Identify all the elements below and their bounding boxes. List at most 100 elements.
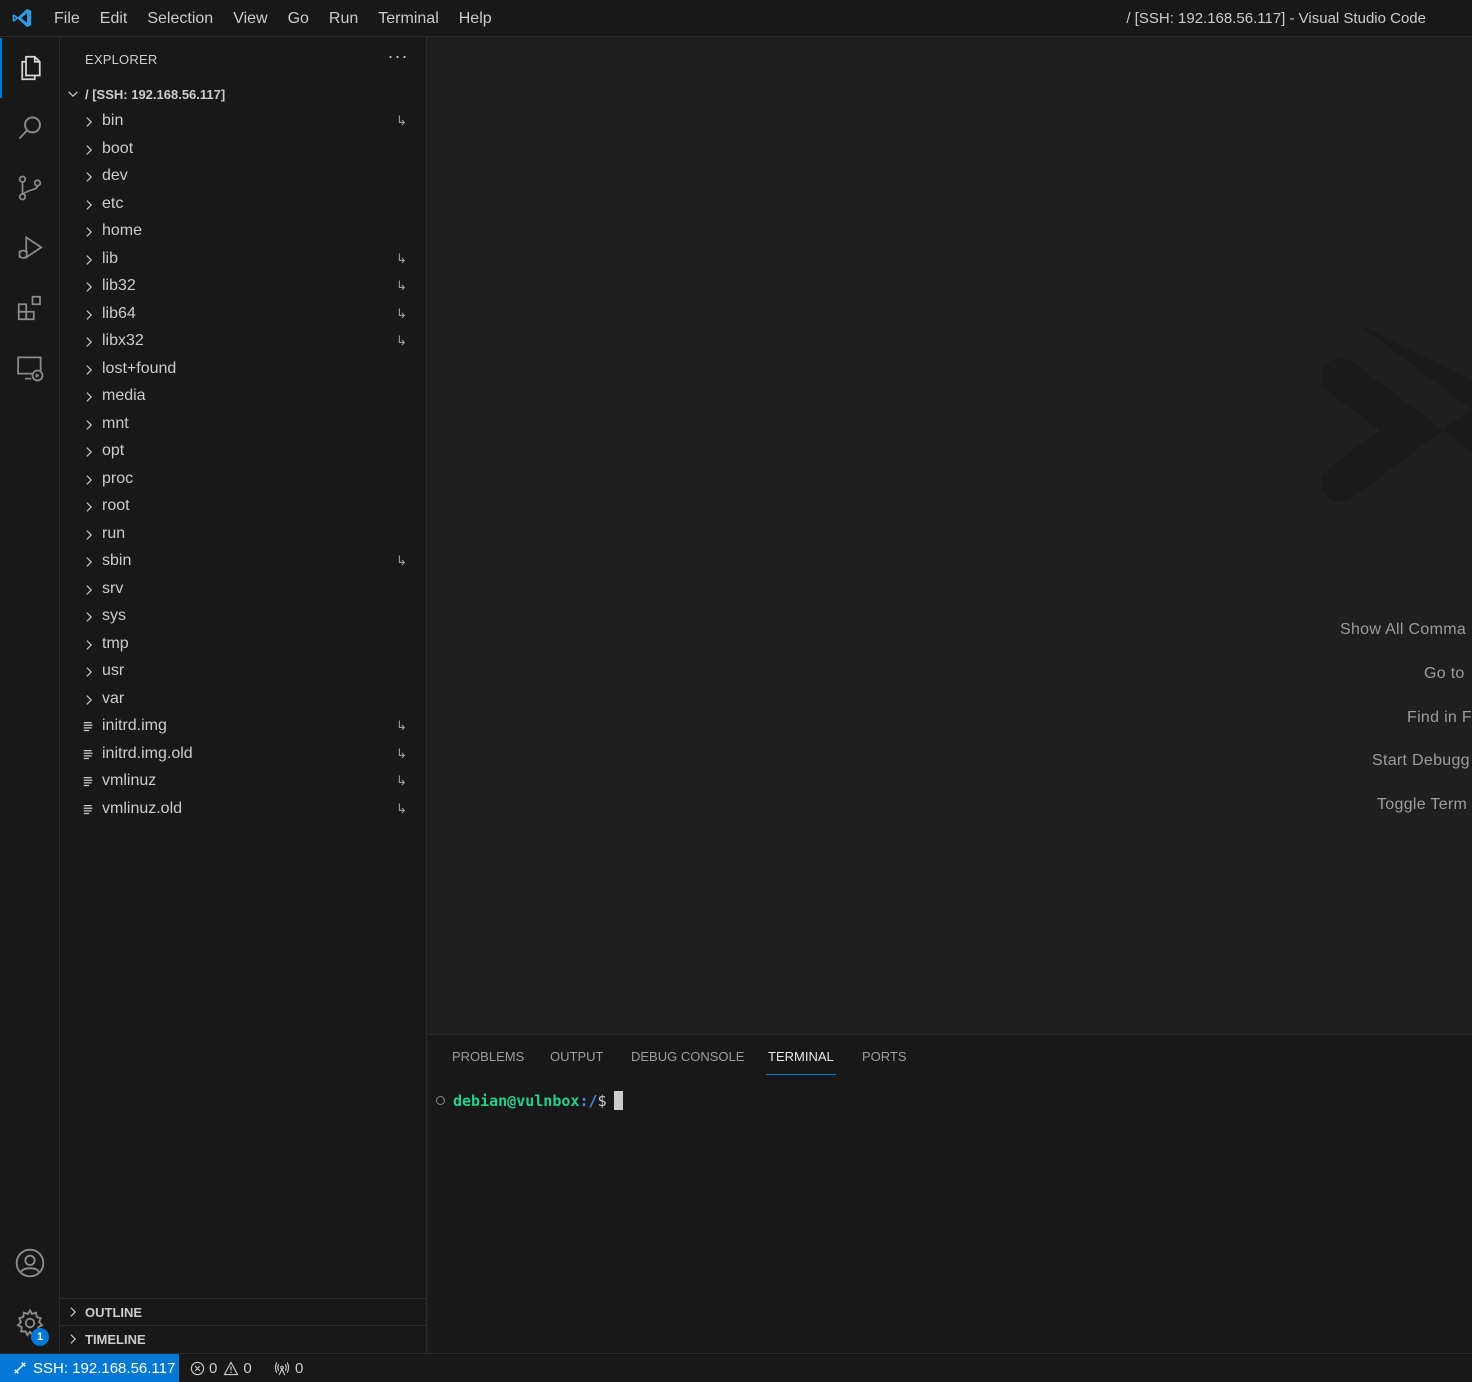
tab-problems[interactable]: PROBLEMS (452, 1049, 524, 1075)
error-icon (190, 1361, 205, 1375)
editor-area[interactable]: Show All Comma Go to Find in F Start Deb… (428, 37, 1472, 1034)
terminal-prompt-line[interactable]: debian@vulnbox :/ $ (436, 1091, 623, 1110)
folder-item[interactable]: opt (60, 439, 427, 467)
hint-toggle-terminal: Toggle Term (1377, 796, 1468, 813)
menu-go[interactable]: Go (278, 0, 319, 37)
problems-status[interactable]: 0 0 (190, 1354, 252, 1382)
symlink-icon: ↳ (396, 773, 407, 788)
chevron-right-icon (82, 115, 96, 134)
remote-icon (14, 1362, 26, 1374)
symlink-icon: ↳ (396, 333, 407, 348)
tree-item-label: boot (102, 139, 134, 157)
search-icon[interactable] (0, 98, 60, 158)
folder-item[interactable]: lost+found (60, 357, 427, 385)
error-count: 0 (209, 1359, 218, 1377)
folder-item[interactable]: usr (60, 659, 427, 687)
tree-item-label: media (102, 387, 146, 404)
remote-explorer-icon[interactable] (0, 338, 60, 398)
folder-item[interactable]: lib64 ↳ (60, 302, 427, 330)
chevron-right-icon (82, 390, 96, 409)
workspace-root[interactable]: / [SSH: 192.168.56.117] (60, 81, 427, 109)
run-debug-icon[interactable] (0, 218, 60, 278)
tree-item-label: etc (102, 194, 124, 212)
more-actions-icon[interactable]: ··· (385, 45, 411, 71)
chevron-right-icon (82, 170, 96, 189)
folder-item[interactable]: tmp (60, 632, 427, 660)
folder-item[interactable]: sys (60, 604, 427, 632)
timeline-label: TIMELINE (85, 1332, 146, 1347)
tree-item-label: run (102, 524, 126, 542)
folder-item[interactable]: root (60, 494, 427, 522)
file-item[interactable]: vmlinuz ↳ (60, 769, 427, 797)
tree-item-label: lib32 (102, 277, 136, 294)
menu-help[interactable]: Help (449, 0, 502, 37)
warning-icon (223, 1360, 239, 1375)
tree-item-label: lib64 (102, 304, 136, 322)
tree-item-label: proc (102, 469, 134, 487)
outline-section[interactable]: OUTLINE (60, 1298, 427, 1325)
tab-ports[interactable]: PORTS (862, 1049, 907, 1075)
tree-item-label: srv (102, 579, 124, 597)
folder-item[interactable]: mnt (60, 412, 427, 440)
vscode-logo-icon (0, 0, 44, 37)
manage-gear-icon[interactable]: 1 (0, 1293, 60, 1353)
menu-view[interactable]: View (223, 0, 277, 37)
file-lines-icon (82, 748, 96, 767)
folder-item[interactable]: lib32 ↳ (60, 274, 427, 302)
folder-item[interactable]: bin ↳ (60, 109, 427, 137)
chevron-right-icon (82, 363, 96, 382)
folder-item[interactable]: var (60, 687, 427, 715)
menu-edit[interactable]: Edit (90, 0, 138, 37)
chevron-right-icon (82, 308, 96, 327)
menu-terminal[interactable]: Terminal (368, 0, 448, 37)
tree-item-label: libx32 (102, 332, 144, 349)
explorer-title: EXPLORER (85, 52, 158, 67)
folder-item[interactable]: proc (60, 467, 427, 495)
outline-label: OUTLINE (85, 1305, 143, 1320)
folder-item[interactable]: dev (60, 164, 427, 192)
remote-indicator[interactable]: SSH: 192.168.56.117 (0, 1354, 179, 1382)
chevron-right-icon (82, 610, 96, 629)
update-badge: 1 (31, 1328, 49, 1346)
tab-debug-console[interactable]: DEBUG CONSOLE (631, 1049, 744, 1075)
hint-find-in-files: Find in F (1407, 709, 1472, 726)
symlink-icon: ↳ (396, 113, 407, 128)
chevron-right-icon (82, 583, 96, 602)
source-control-icon[interactable] (0, 158, 60, 218)
explorer-icon[interactable] (0, 38, 60, 98)
vscode-watermark-icon (1320, 320, 1472, 515)
symlink-icon: ↳ (396, 278, 407, 293)
accounts-icon[interactable] (0, 1233, 60, 1293)
folder-item[interactable]: etc (60, 192, 427, 220)
file-item[interactable]: vmlinuz.old ↳ (60, 797, 427, 825)
folder-item[interactable]: libx32 ↳ (60, 329, 427, 357)
folder-item[interactable]: sbin ↳ (60, 549, 427, 577)
folder-item[interactable]: boot (60, 137, 427, 165)
workspace-root-label: / [SSH: 192.168.56.117] (85, 87, 226, 102)
hint-show-all-commands: Show All Comma (1340, 621, 1467, 638)
menu-file[interactable]: File (44, 0, 90, 37)
symlink-icon: ↳ (396, 305, 407, 321)
tab-terminal[interactable]: TERMINAL (766, 1049, 836, 1075)
terminal-prompt-sign: $ (597, 1091, 607, 1110)
folder-item[interactable]: media (60, 384, 427, 412)
folder-item[interactable]: run (60, 522, 427, 550)
tree-item-label: initrd.img (102, 717, 167, 734)
file-tree: bin ↳ boot dev etc home lib ↳ lib32 ↳ lib64 ↳ libx32… (60, 109, 427, 824)
tree-item-label: lost+found (102, 359, 177, 377)
tree-item-label: vmlinuz (102, 772, 157, 789)
tree-item-label: home (102, 222, 143, 239)
timeline-section[interactable]: TIMELINE (60, 1325, 427, 1352)
terminal-user: debian@vulnbox (453, 1091, 580, 1110)
forwarded-ports-status[interactable]: 0 (274, 1354, 303, 1382)
folder-item[interactable]: lib ↳ (60, 247, 427, 275)
folder-item[interactable]: srv (60, 577, 427, 605)
file-item[interactable]: initrd.img.old ↳ (60, 742, 427, 770)
menu-selection[interactable]: Selection (137, 0, 223, 37)
extensions-icon[interactable] (0, 278, 60, 338)
tab-output[interactable]: OUTPUT (550, 1049, 603, 1075)
symlink-icon: ↳ (396, 745, 407, 761)
menu-run[interactable]: Run (319, 0, 368, 37)
folder-item[interactable]: home (60, 219, 427, 247)
file-item[interactable]: initrd.img ↳ (60, 714, 427, 742)
